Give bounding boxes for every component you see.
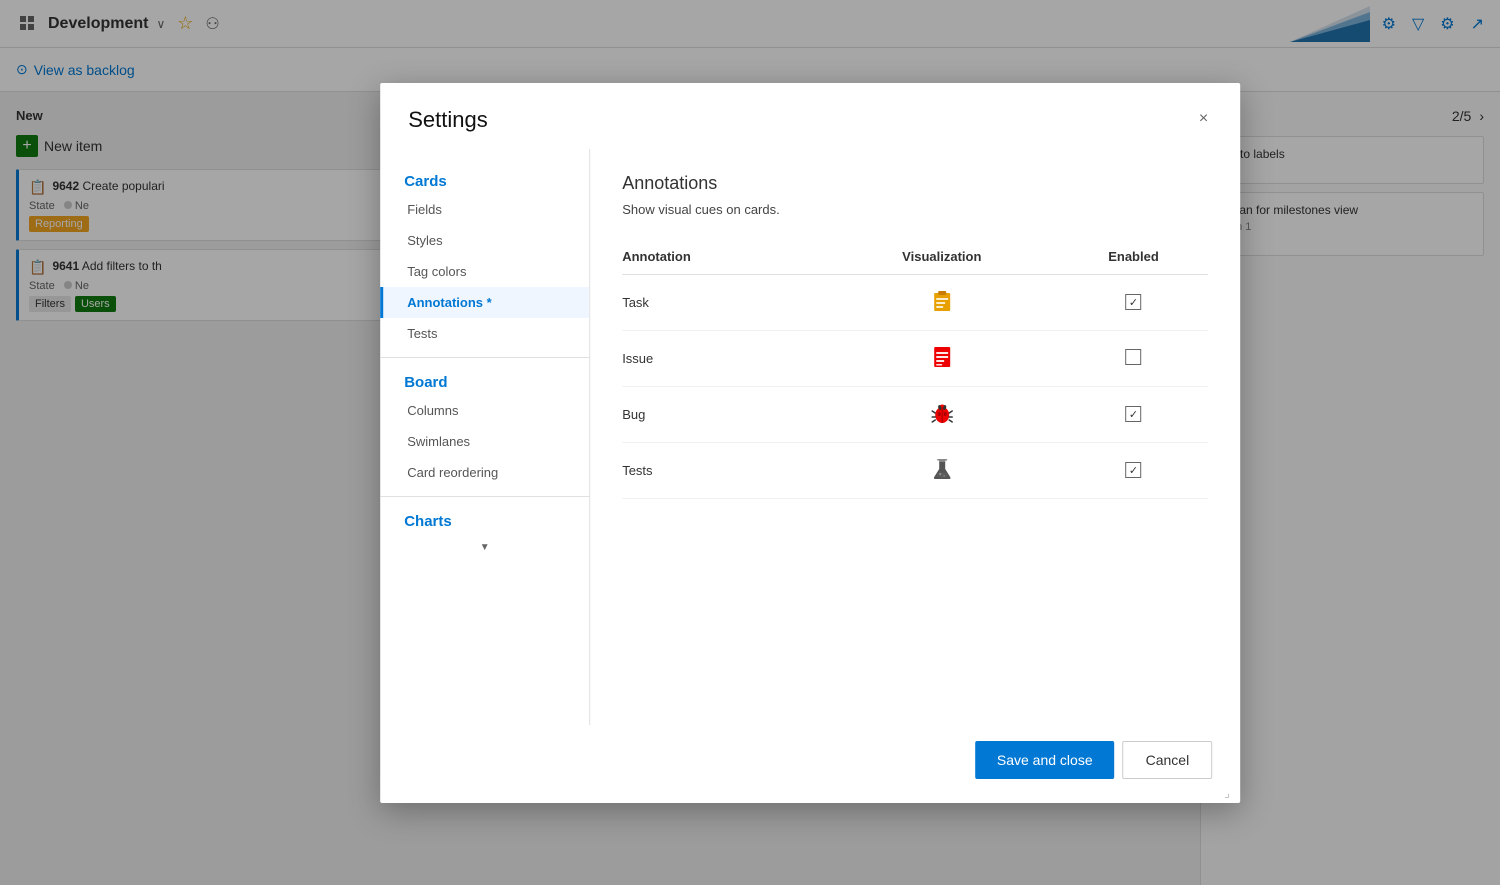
settings-content: Annotations Show visual cues on cards. A… (590, 149, 1240, 725)
annotation-viz-issue (825, 330, 1059, 386)
annotation-enabled-bug[interactable]: ✓ (1059, 386, 1208, 442)
annotation-name-tests: Tests (622, 442, 825, 498)
modal-title: Settings (408, 107, 488, 133)
nav-scroll-indicator: ▼ (380, 534, 589, 561)
checkbox-issue[interactable] (1125, 349, 1141, 365)
nav-item-annotations[interactable]: Annotations * (380, 287, 589, 318)
settings-modal: Settings × Cards Fields Styles Tag color… (380, 83, 1240, 803)
nav-item-tests[interactable]: Tests (380, 318, 589, 349)
nav-item-columns[interactable]: Columns (380, 395, 589, 426)
task-visualization-icon (931, 289, 953, 316)
annotation-viz-task (825, 274, 1059, 330)
checkbox-task[interactable]: ✓ (1125, 294, 1141, 310)
annotation-name-issue: Issue (622, 330, 825, 386)
col-header-enabled: Enabled (1059, 241, 1208, 275)
nav-charts-title[interactable]: Charts (404, 513, 565, 530)
checkbox-bug[interactable]: ✓ (1125, 406, 1141, 422)
modal-body: Cards Fields Styles Tag colors Annotatio… (380, 149, 1240, 725)
table-row: Bug (622, 386, 1208, 442)
nav-divider-1 (380, 357, 589, 358)
modal-header: Settings × (380, 83, 1240, 149)
issue-visualization-icon (931, 345, 953, 372)
annotation-name-bug: Bug (622, 386, 825, 442)
annotation-viz-bug (825, 386, 1059, 442)
table-row: Task (622, 274, 1208, 330)
modal-footer: Save and close Cancel (380, 725, 1240, 803)
app-shell: Development ∨ ☆ ⚇ ⚙ ▽ ⚙ ↗ ⊙ View (0, 0, 1500, 885)
bug-visualization-icon (931, 401, 953, 428)
modal-close-button[interactable]: × (1195, 107, 1212, 131)
annotation-enabled-tests[interactable]: ✓ (1059, 442, 1208, 498)
table-row: Tests (622, 442, 1208, 498)
annotation-name-task: Task (622, 274, 825, 330)
content-title: Annotations (622, 173, 1208, 194)
tests-visualization-icon (931, 457, 953, 484)
annotations-table: Annotation Visualization Enabled Task (622, 241, 1208, 499)
annotation-viz-tests (825, 442, 1059, 498)
col-header-annotation: Annotation (622, 241, 825, 275)
nav-item-tag-colors[interactable]: Tag colors (380, 256, 589, 287)
nav-board-section[interactable]: Board (380, 366, 589, 395)
nav-item-card-reordering[interactable]: Card reordering (380, 457, 589, 488)
table-row: Issue (622, 330, 1208, 386)
annotation-enabled-issue[interactable] (1059, 330, 1208, 386)
save-and-close-button[interactable]: Save and close (975, 741, 1115, 779)
nav-item-styles[interactable]: Styles (380, 225, 589, 256)
col-header-visualization: Visualization (825, 241, 1059, 275)
content-description: Show visual cues on cards. (622, 202, 1208, 217)
nav-item-fields[interactable]: Fields (380, 194, 589, 225)
nav-cards-section[interactable]: Cards (380, 165, 589, 194)
nav-divider-2 (380, 496, 589, 497)
checkbox-tests[interactable]: ✓ (1125, 462, 1141, 478)
annotation-enabled-task[interactable]: ✓ (1059, 274, 1208, 330)
resize-handle[interactable]: ⌟ (1224, 787, 1236, 799)
nav-charts-section: Charts (380, 505, 589, 534)
nav-item-swimlanes[interactable]: Swimlanes (380, 426, 589, 457)
cancel-button[interactable]: Cancel (1123, 741, 1213, 779)
settings-nav: Cards Fields Styles Tag colors Annotatio… (380, 149, 590, 725)
